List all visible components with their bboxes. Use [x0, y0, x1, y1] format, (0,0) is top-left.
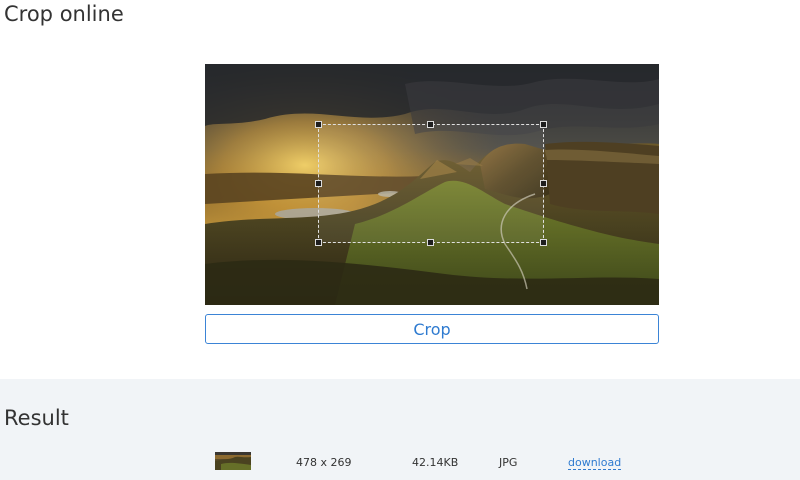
result-row: 478 x 269 42.14KB JPG download: [0, 452, 800, 472]
result-section: Result 478 x 269 42.14KB JPG download: [0, 379, 800, 480]
result-dimensions: 478 x 269: [296, 456, 352, 469]
crop-handle-bottom-left[interactable]: [315, 239, 322, 246]
crop-handle-top-right[interactable]: [540, 121, 547, 128]
result-title: Result: [4, 406, 69, 430]
crop-handle-right[interactable]: [540, 179, 547, 187]
image-editor: [205, 64, 659, 305]
crop-handle-bottom[interactable]: [427, 239, 434, 246]
page-title: Crop online: [4, 2, 124, 26]
crop-handle-top[interactable]: [427, 121, 434, 128]
download-link[interactable]: download: [568, 456, 622, 470]
crop-page: Crop online Crop Result 478 x 269 42.14K…: [0, 0, 800, 480]
result-format: JPG: [499, 456, 518, 469]
result-file-size: 42.14KB: [412, 456, 459, 469]
crop-selection[interactable]: [315, 121, 547, 246]
crop-button[interactable]: Crop: [205, 314, 659, 344]
result-thumbnail: [215, 452, 251, 470]
crop-handle-left[interactable]: [315, 179, 322, 187]
crop-handle-top-left[interactable]: [315, 121, 322, 128]
crop-handle-bottom-right[interactable]: [540, 239, 547, 246]
